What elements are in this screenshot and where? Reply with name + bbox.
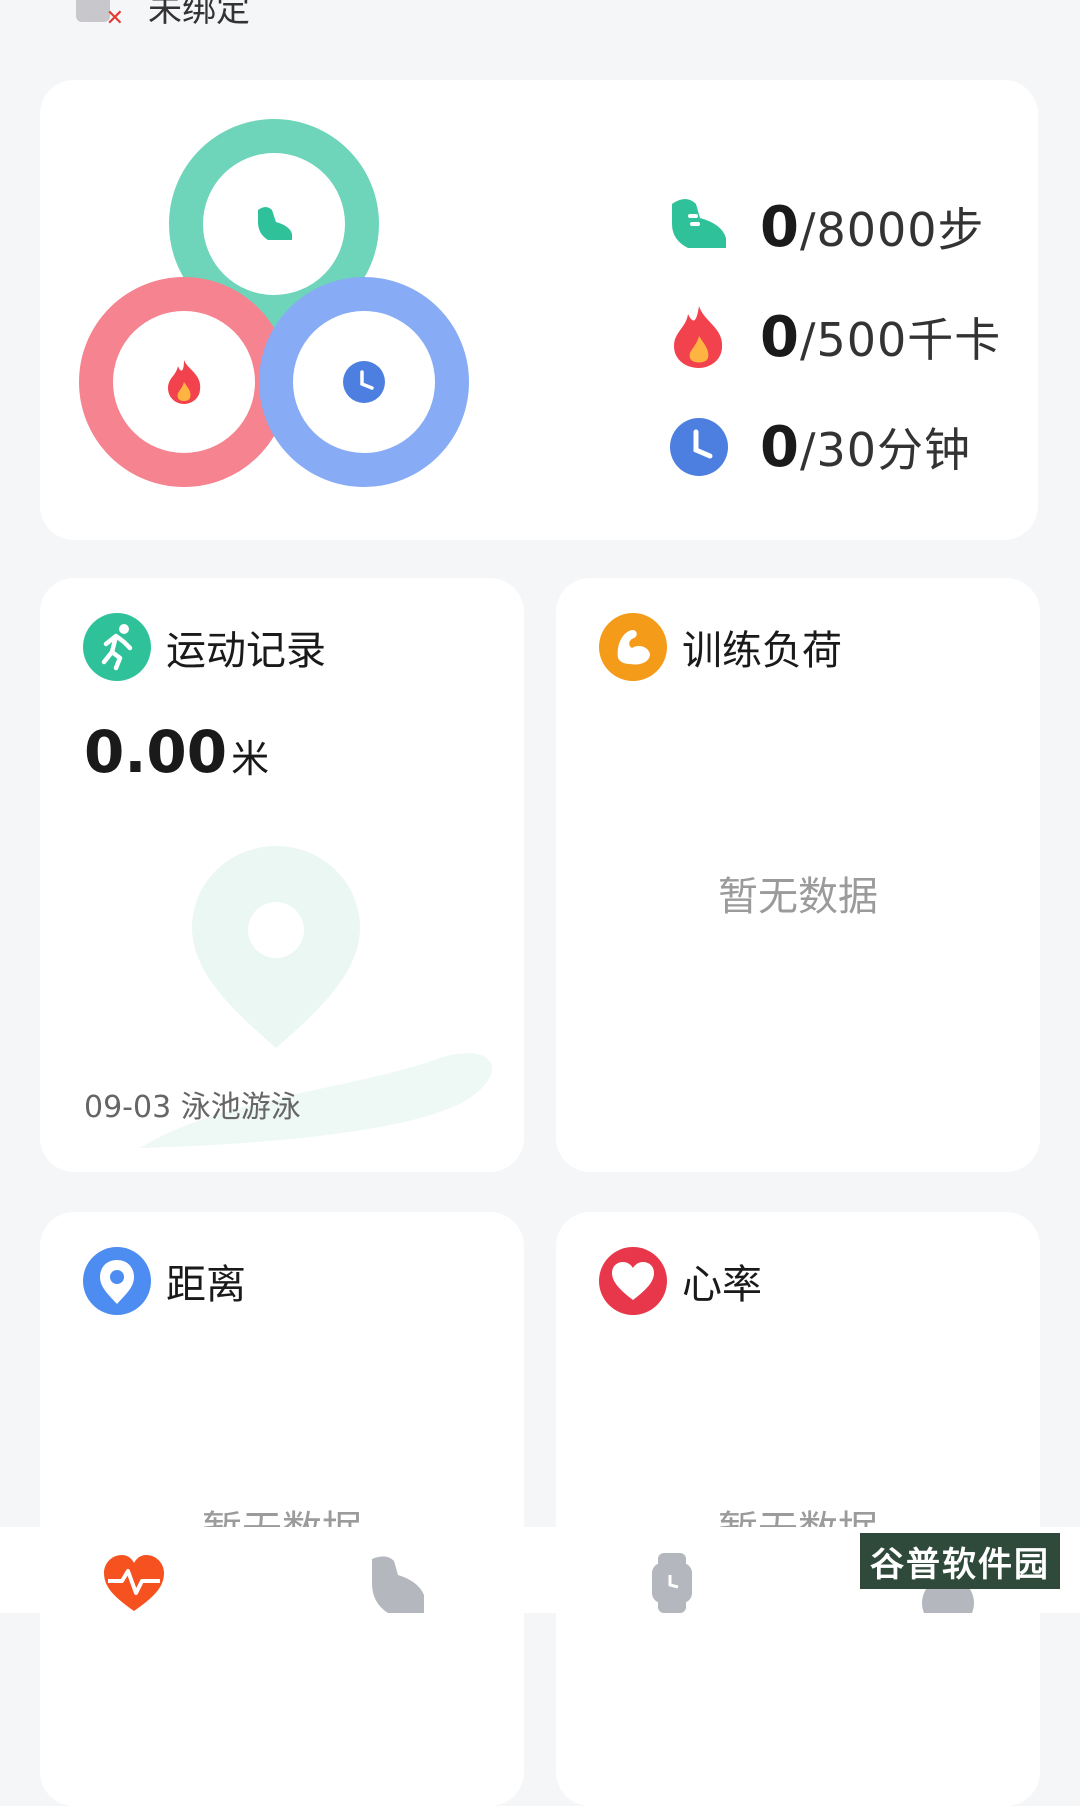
goal-minutes: 0/30分钟: [666, 392, 1001, 502]
watch-disconnected-icon: ✕: [76, 0, 124, 29]
workout-distance-value: 0.00: [84, 718, 228, 786]
last-workout-text: 09-03 泳池游泳: [84, 1090, 301, 1125]
steps-ring-shoe-icon: [258, 207, 292, 240]
minutes-current: 0: [760, 415, 800, 480]
shoe-icon: [372, 1556, 424, 1613]
steps-current: 0: [760, 195, 800, 260]
nav-health-tab[interactable]: [102, 1553, 166, 1617]
location-pin-icon: [83, 1247, 151, 1315]
heart-rate-header: 心率: [598, 1246, 762, 1316]
activity-rings-card[interactable]: 0/8000步 0/500千卡 0/30分钟: [40, 80, 1038, 540]
device-status-row[interactable]: ✕ 未绑定: [76, 0, 250, 31]
training-load-empty-text: 暂无数据: [718, 874, 878, 920]
goal-list: 0/8000步 0/500千卡 0/30分钟: [666, 172, 1001, 502]
minutes-ring-clock-icon: [343, 361, 385, 403]
device-status-text: 未绑定: [148, 0, 250, 30]
distance-title: 距离: [166, 1262, 246, 1308]
minutes-target: /30分钟: [799, 423, 971, 477]
flame-icon: [674, 306, 723, 368]
runner-icon: [83, 613, 151, 681]
heart-rate-card[interactable]: 心率 暂无数据: [556, 1212, 1040, 1806]
workout-distance: 0.00 米: [84, 718, 269, 786]
heartbeat-icon: [104, 1555, 164, 1611]
watermark-logo: 谷普软件园: [860, 1533, 1060, 1589]
calories-ring-flame-icon: [168, 360, 201, 404]
workout-record-title: 运动记录: [166, 628, 326, 674]
calories-target: /500千卡: [799, 313, 1002, 367]
workout-record-card[interactable]: 运动记录 0.00 米 09-03 泳池游泳: [40, 578, 524, 1172]
clock-icon: [670, 418, 728, 476]
steps-target: /8000步: [799, 203, 985, 257]
heart-rate-title: 心率: [682, 1262, 762, 1308]
shoe-icon: [672, 199, 726, 248]
workout-distance-unit: 米: [231, 737, 270, 781]
training-load-header: 训练负荷: [598, 612, 842, 682]
activity-rings: [79, 119, 469, 487]
nav-device-tab[interactable]: [650, 1553, 694, 1617]
distance-card[interactable]: 距离 暂无数据: [40, 1212, 524, 1806]
workout-record-header: 运动记录: [82, 612, 326, 682]
heart-icon: [599, 1247, 667, 1315]
watch-icon: [652, 1553, 692, 1613]
goal-steps: 0/8000步: [666, 172, 1001, 282]
nav-sport-tab[interactable]: [368, 1553, 428, 1617]
calories-current: 0: [760, 305, 800, 370]
training-load-title: 训练负荷: [682, 628, 842, 674]
distance-header: 距离: [82, 1246, 246, 1316]
training-load-card[interactable]: 训练负荷 暂无数据: [556, 578, 1040, 1172]
goal-calories: 0/500千卡: [666, 282, 1001, 392]
muscle-icon: [599, 613, 667, 681]
